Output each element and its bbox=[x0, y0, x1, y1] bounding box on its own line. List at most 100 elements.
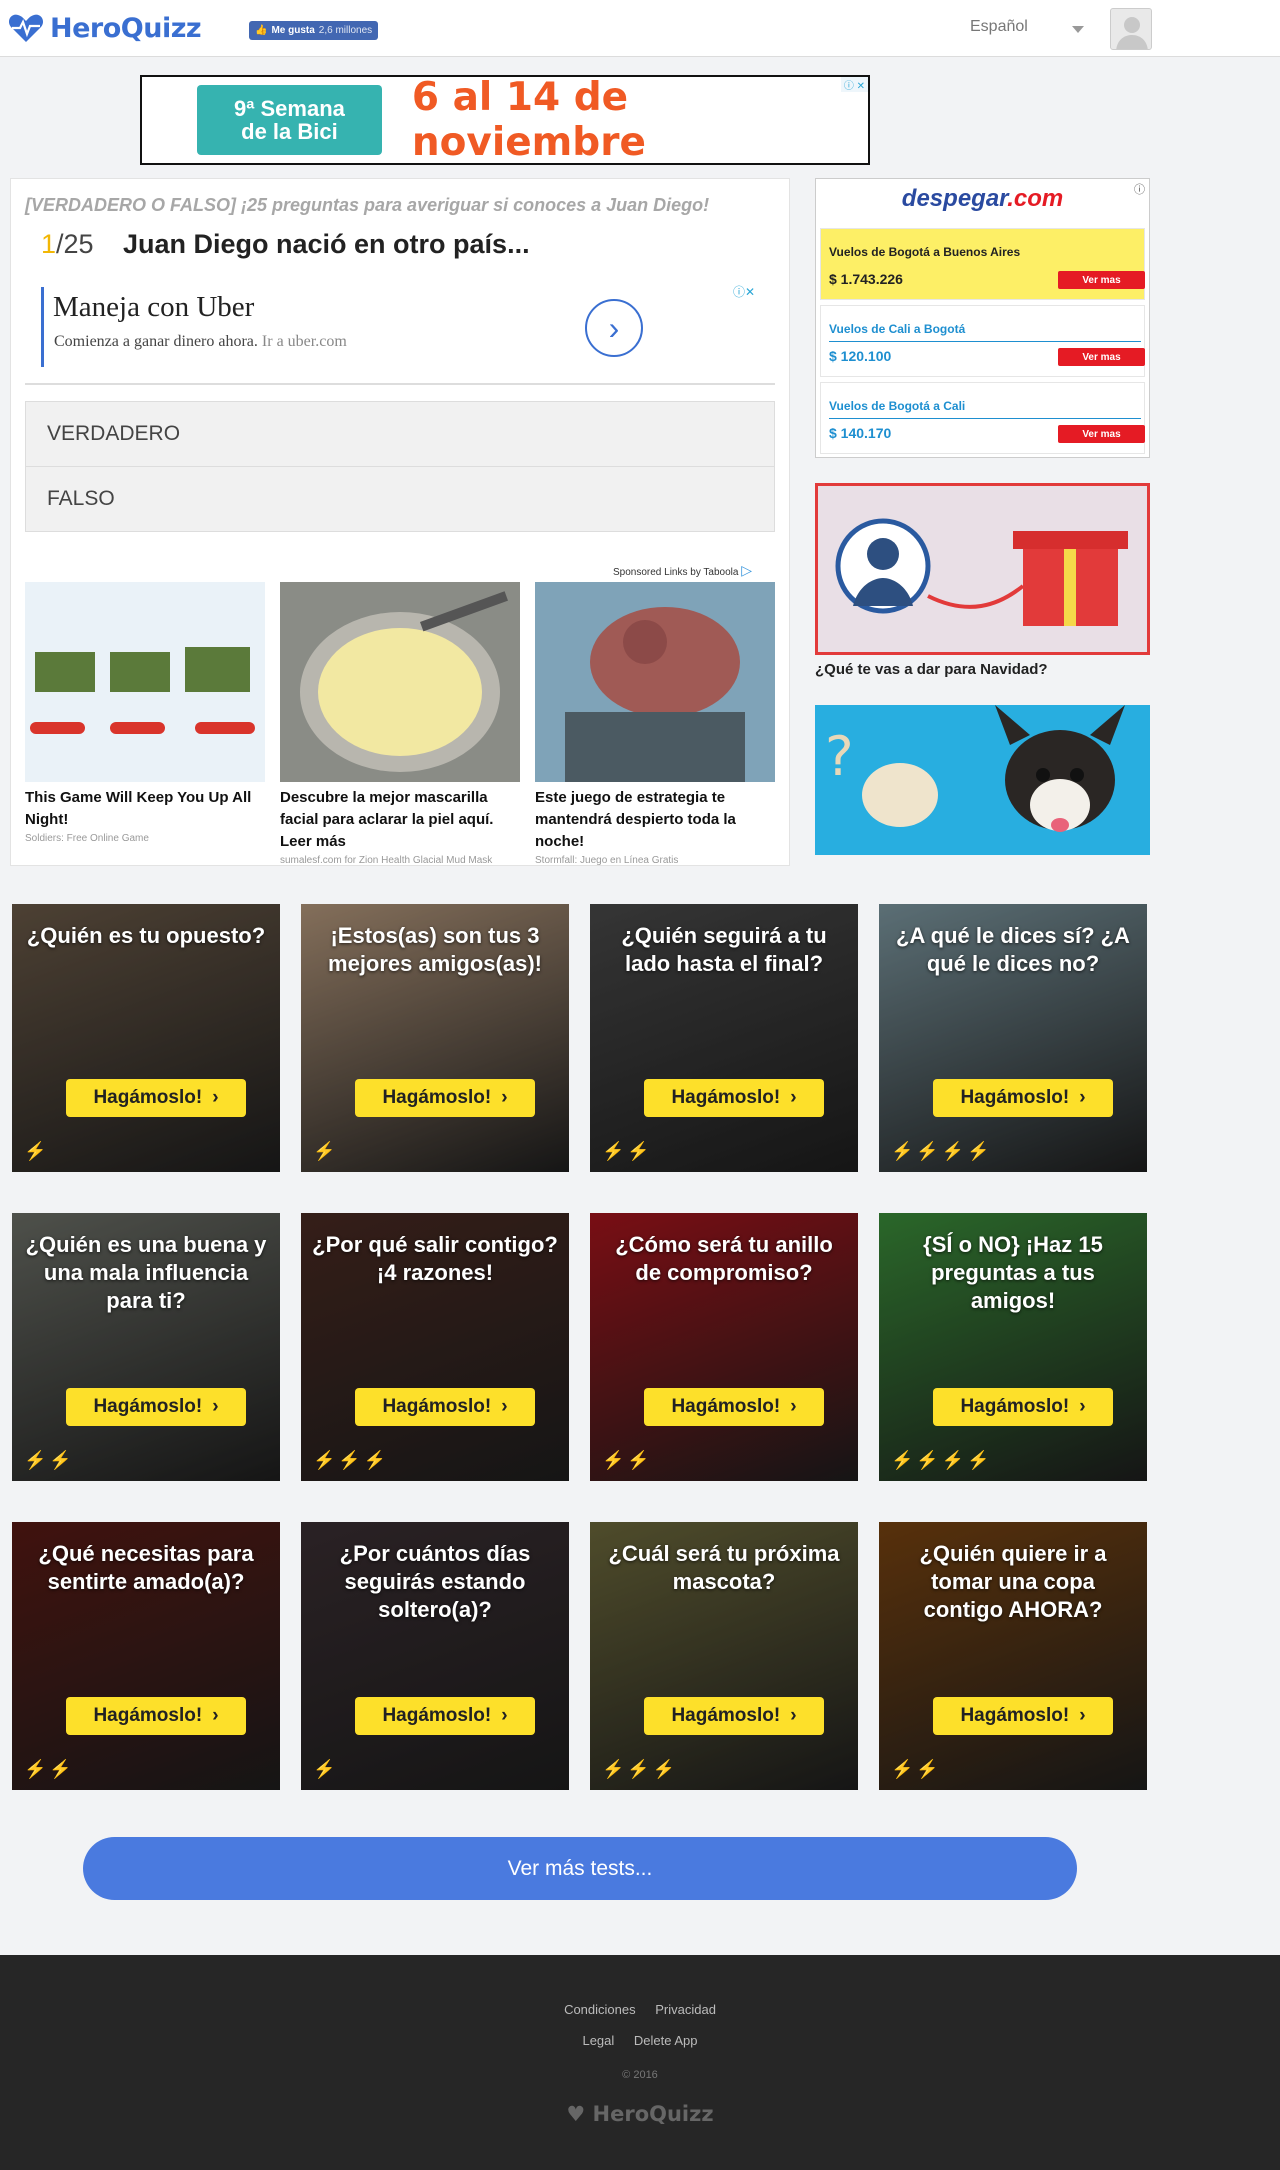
sponsored-title[interactable]: Descubre la mejor mascarilla facial para… bbox=[280, 787, 520, 853]
quiz-tile-title[interactable]: ¿A qué le dices sí? ¿A qué le dices no? bbox=[889, 922, 1137, 978]
lets-do-it-button[interactable]: Hagámoslo! › bbox=[644, 1697, 824, 1735]
difficulty-bolt-icon: ⚡⚡ bbox=[24, 1759, 75, 1779]
quiz-tile-title[interactable]: {SÍ o NO} ¡Haz 15 preguntas a tus amigos… bbox=[889, 1231, 1137, 1315]
difficulty-bolt-icon: ⚡⚡⚡ bbox=[313, 1450, 390, 1470]
quiz-tile-title[interactable]: ¿Quién es tu opuesto? bbox=[22, 922, 270, 950]
lets-do-it-button[interactable]: Hagámoslo! › bbox=[933, 1079, 1113, 1117]
lets-do-it-label: Hagámoslo! bbox=[671, 1087, 781, 1108]
quiz-tile[interactable]: ¿Cuál será tu próxima mascota? Hagámoslo!… bbox=[590, 1522, 858, 1790]
footer-link-delete-app[interactable]: Delete App bbox=[634, 2033, 698, 2048]
pet-promo[interactable]: ? bbox=[815, 705, 1150, 855]
ver-mas-button[interactable]: Ver mas bbox=[1058, 271, 1145, 289]
quiz-tile-title[interactable]: ¿Por qué salir contigo? ¡4 razones! bbox=[311, 1231, 559, 1287]
top-banner-ad[interactable]: 9ª Semana de la Bici 6 al 14 de noviembr… bbox=[140, 75, 870, 165]
user-avatar[interactable] bbox=[1110, 8, 1152, 50]
quiz-tile-title[interactable]: ¿Cómo será tu anillo de compromiso? bbox=[600, 1231, 848, 1287]
quiz-tile[interactable]: ¿Por qué salir contigo? ¡4 razones! Hagám… bbox=[301, 1213, 569, 1481]
top-header: HeroQuizz 👍 Me gusta 2,6 millones Españo… bbox=[0, 0, 1280, 57]
quiz-tile[interactable]: ¿Quién es una buena y una mala influenci… bbox=[12, 1213, 280, 1481]
uber-ad[interactable]: Maneja con Uber Comienza a ganar dinero … bbox=[41, 287, 781, 367]
lets-do-it-label: Hagámoslo! bbox=[960, 1087, 1070, 1108]
language-select[interactable]: Español bbox=[970, 18, 1028, 36]
flight-price: $ 1.743.226 bbox=[829, 271, 903, 287]
flight-offer[interactable]: Vuelos de Cali a Bogotá $ 120.100 Ver ma… bbox=[820, 305, 1145, 377]
adchoices-icon[interactable]: ⓘ✕ bbox=[733, 283, 755, 300]
sponsored-title[interactable]: This Game Will Keep You Up All Night! bbox=[25, 787, 265, 831]
chevron-right-icon: › bbox=[1079, 1396, 1086, 1417]
site-logo-text: HeroQuizz bbox=[50, 12, 202, 44]
difficulty-bolt-icon: ⚡⚡ bbox=[891, 1759, 942, 1779]
lets-do-it-label: Hagámoslo! bbox=[93, 1396, 203, 1417]
difficulty-bolt-icon: ⚡⚡⚡ bbox=[602, 1759, 679, 1779]
taboola-label[interactable]: Sponsored Links by Taboola ▷ bbox=[613, 562, 752, 579]
adchoices-icon[interactable]: ⓘ ✕ bbox=[840, 77, 868, 92]
sponsored-image bbox=[535, 582, 775, 782]
quiz-heading: [VERDADERO O FALSO] ¡25 preguntas para a… bbox=[25, 195, 710, 215]
sponsored-card[interactable]: Descubre la mejor mascarilla facial para… bbox=[280, 582, 520, 866]
lets-do-it-button[interactable]: Hagámoslo! › bbox=[644, 1388, 824, 1426]
quiz-tile-title[interactable]: ¿Quién seguirá a tu lado hasta el final? bbox=[600, 922, 848, 978]
lets-do-it-label: Hagámoslo! bbox=[93, 1087, 203, 1108]
answer-true-button[interactable]: VERDADERO bbox=[25, 401, 775, 467]
chevron-right-icon: › bbox=[501, 1087, 508, 1108]
site-logo[interactable]: HeroQuizz bbox=[8, 10, 202, 46]
quiz-tile-title[interactable]: ¡Estos(as) son tus 3 mejores amigos(as)! bbox=[311, 922, 559, 978]
facebook-like-button[interactable]: 👍 Me gusta 2,6 millones bbox=[249, 21, 379, 40]
lets-do-it-button[interactable]: Hagámoslo! › bbox=[66, 1388, 246, 1426]
divider bbox=[829, 341, 1141, 342]
christmas-promo[interactable] bbox=[815, 483, 1150, 655]
footer-link-legal[interactable]: Legal bbox=[582, 2033, 614, 2048]
lets-do-it-button[interactable]: Hagámoslo! › bbox=[355, 1388, 535, 1426]
uber-ad-link[interactable]: Ir a uber.com bbox=[262, 333, 347, 350]
lets-do-it-button[interactable]: Hagámoslo! › bbox=[355, 1697, 535, 1735]
quiz-tile[interactable]: {SÍ o NO} ¡Haz 15 preguntas a tus amigos… bbox=[879, 1213, 1147, 1481]
lets-do-it-button[interactable]: Hagámoslo! › bbox=[66, 1079, 246, 1117]
quiz-tile-title[interactable]: ¿Cuál será tu próxima mascota? bbox=[600, 1540, 848, 1596]
footer-logo[interactable]: ♥ HeroQuizz bbox=[0, 2102, 1280, 2126]
uber-ad-title[interactable]: Maneja con Uber bbox=[53, 291, 254, 324]
quiz-tile-title[interactable]: ¿Quién es una buena y una mala influenci… bbox=[22, 1231, 270, 1315]
see-more-tests-button[interactable]: Ver más tests... bbox=[83, 1837, 1077, 1900]
taboola-icon: ▷ bbox=[741, 562, 753, 578]
lets-do-it-button[interactable]: Hagámoslo! › bbox=[355, 1079, 535, 1117]
quiz-tile[interactable]: ¿Quién quiere ir a tomar una copa contig… bbox=[879, 1522, 1147, 1790]
lets-do-it-button[interactable]: Hagámoslo! › bbox=[644, 1079, 824, 1117]
chevron-right-icon[interactable]: › bbox=[585, 299, 643, 357]
ver-mas-button[interactable]: Ver mas bbox=[1058, 425, 1145, 443]
quiz-tile[interactable]: ¿A qué le dices sí? ¿A qué le dices no? H… bbox=[879, 904, 1147, 1172]
quiz-tile[interactable]: ¿Cómo será tu anillo de compromiso? Hagám… bbox=[590, 1213, 858, 1481]
christmas-promo-caption[interactable]: ¿Qué te vas a dar para Navidad? bbox=[815, 661, 1048, 678]
quiz-tile[interactable]: ¿Quién es tu opuesto? Hagámoslo! › ⚡ bbox=[12, 904, 280, 1172]
info-icon[interactable]: ⓘ bbox=[1134, 181, 1145, 197]
lets-do-it-button[interactable]: Hagámoslo! › bbox=[933, 1697, 1113, 1735]
lets-do-it-button[interactable]: Hagámoslo! › bbox=[933, 1388, 1113, 1426]
ver-mas-button[interactable]: Ver mas bbox=[1058, 348, 1145, 366]
sponsored-card[interactable]: Este juego de estrategia te mantendrá de… bbox=[535, 582, 775, 866]
quiz-tile-title[interactable]: ¿Quién quiere ir a tomar una copa contig… bbox=[889, 1540, 1137, 1624]
quiz-tile[interactable]: ¿Qué necesitas para sentirte amado(a)? Ha… bbox=[12, 1522, 280, 1790]
quiz-tile[interactable]: ¿Quién seguirá a tu lado hasta el final?… bbox=[590, 904, 858, 1172]
sponsored-title[interactable]: Este juego de estrategia te mantendrá de… bbox=[535, 787, 775, 853]
chevron-right-icon: › bbox=[790, 1705, 797, 1726]
flight-offer[interactable]: Vuelos de Bogotá a Cali $ 140.170 Ver ma… bbox=[820, 382, 1145, 454]
flight-offer[interactable]: Vuelos de Bogotá a Buenos Aires $ 1.743.… bbox=[820, 228, 1145, 300]
quiz-tile-title[interactable]: ¿Qué necesitas para sentirte amado(a)? bbox=[22, 1540, 270, 1596]
quiz-tile[interactable]: ¡Estos(as) son tus 3 mejores amigos(as)!… bbox=[301, 904, 569, 1172]
footer-link-conditions[interactable]: Condiciones bbox=[564, 2002, 636, 2017]
badge-line1: 9ª Semana bbox=[234, 95, 345, 121]
sponsored-image bbox=[280, 582, 520, 782]
flight-route: Vuelos de Bogotá a Cali bbox=[829, 399, 966, 413]
lets-do-it-label: Hagámoslo! bbox=[93, 1705, 203, 1726]
difficulty-bolt-icon: ⚡⚡ bbox=[24, 1450, 75, 1470]
lets-do-it-label: Hagámoslo! bbox=[960, 1705, 1070, 1726]
lets-do-it-button[interactable]: Hagámoslo! › bbox=[66, 1697, 246, 1735]
despegar-ad[interactable]: despegar.com ⓘ Vuelos de Bogotá a Buenos… bbox=[815, 178, 1150, 458]
user-silhouette-icon bbox=[1116, 17, 1148, 49]
sponsored-card[interactable]: This Game Will Keep You Up All Night! So… bbox=[25, 582, 265, 844]
quiz-tile[interactable]: ¿Por cuántos días seguirás estando solte… bbox=[301, 1522, 569, 1790]
thumbs-up-icon: 👍 bbox=[255, 25, 268, 36]
answer-false-button[interactable]: FALSO bbox=[25, 466, 775, 532]
footer-link-privacy[interactable]: Privacidad bbox=[655, 2002, 716, 2017]
chevron-down-icon[interactable] bbox=[1072, 26, 1084, 33]
quiz-tile-title[interactable]: ¿Por cuántos días seguirás estando solte… bbox=[311, 1540, 559, 1624]
